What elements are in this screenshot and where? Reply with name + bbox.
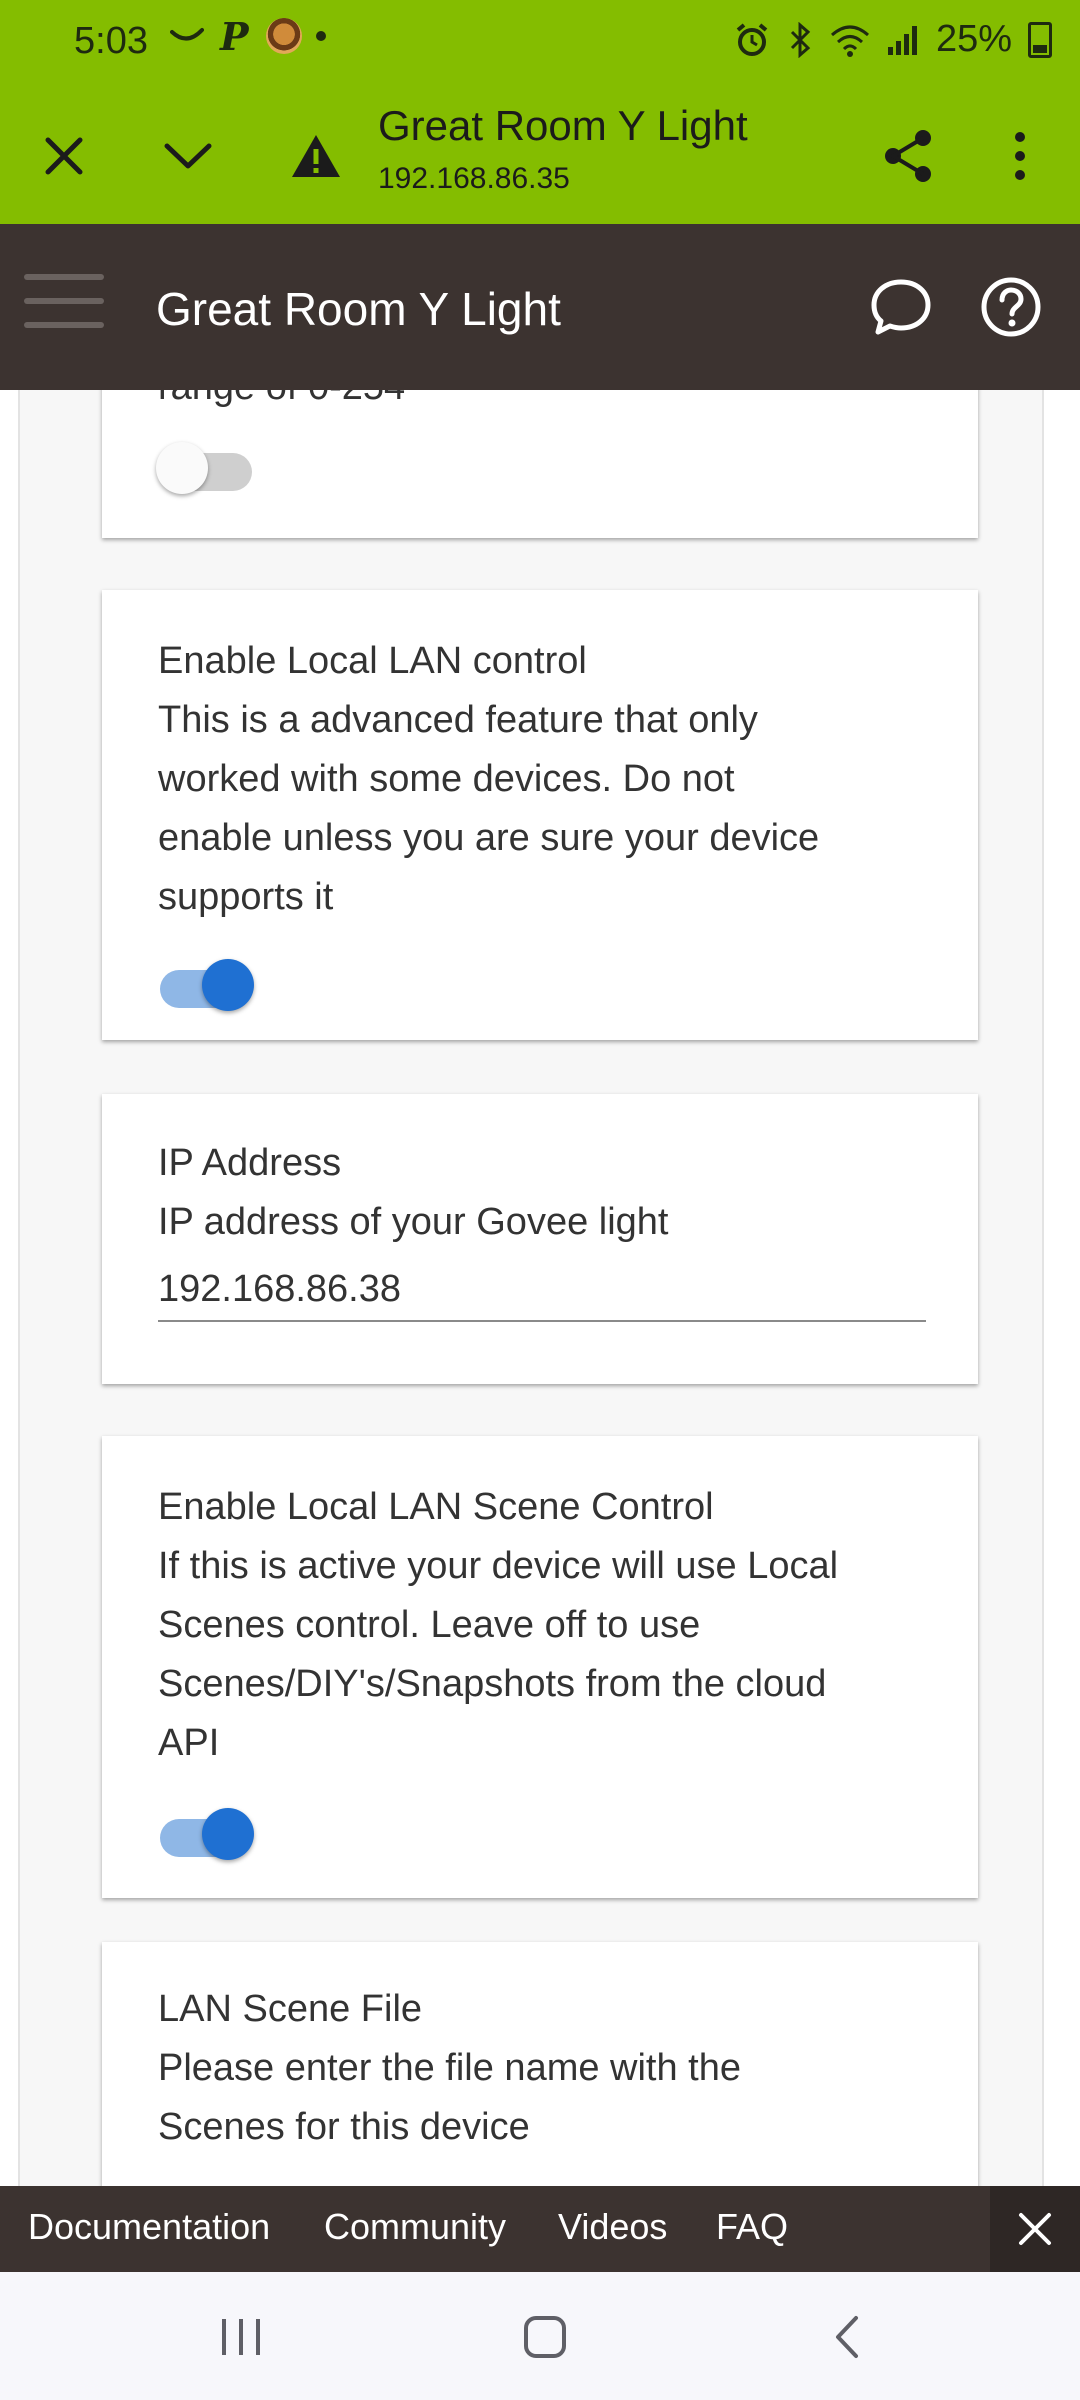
setting-description-line: enable unless you are sure your device: [158, 817, 820, 859]
recents-icon: [222, 2319, 260, 2355]
app-header: Great Room Y Light: [0, 224, 1080, 390]
footer-close-button[interactable]: [990, 2186, 1080, 2272]
setting-description-line: supports it: [158, 876, 334, 918]
videos-link[interactable]: Videos: [558, 2206, 667, 2248]
chevron-down-icon: [164, 143, 212, 169]
system-nav-bar: [0, 2272, 1080, 2400]
setting-description-line: Please enter the file name with the: [158, 2047, 742, 2089]
setting-description-line: Scenes/DIY's/Snapshots from the cloud: [158, 1663, 827, 1705]
setting-label: LAN Scene File: [158, 1988, 423, 2030]
tab-title: Great Room Y Light: [378, 102, 748, 149]
lan-control-toggle[interactable]: [158, 953, 254, 1011]
bluetooth-icon: [790, 21, 811, 58]
close-icon: [45, 137, 83, 175]
back-button[interactable]: [802, 2302, 892, 2372]
home-button[interactable]: [500, 2302, 590, 2372]
setting-label: IP Address: [158, 1142, 342, 1184]
chat-icon: [871, 279, 931, 335]
settings-content[interactable]: range of 0-254 Enable Local LAN control …: [0, 390, 1080, 2186]
menu-button[interactable]: [24, 274, 104, 334]
battery-percent: 25%: [935, 18, 1012, 60]
lan-scene-toggle[interactable]: [158, 1802, 254, 1860]
wifi-icon: [830, 25, 869, 57]
menu-icon: [24, 274, 104, 328]
setting-description: IP address of your Govee light: [158, 1201, 669, 1243]
status-time: 5:03: [74, 20, 148, 62]
ip-address-input[interactable]: [158, 1258, 926, 1322]
settings-card-lan-scene: Enable Local LAN Scene Control If this i…: [102, 1436, 978, 1898]
footer-links-bar: Documentation Community Videos FAQ: [0, 2186, 1080, 2272]
share-button[interactable]: [870, 118, 946, 194]
partial-setting-toggle[interactable]: [156, 436, 254, 494]
warning-icon: [292, 135, 340, 177]
close-icon: [1019, 2213, 1051, 2245]
tab-url[interactable]: 192.168.86.35: [378, 162, 570, 196]
status-bar: 5:03 P 25%: [0, 0, 1080, 88]
battery-icon: [1028, 21, 1052, 58]
alarm-icon: [736, 22, 768, 56]
setting-description-line: API: [158, 1722, 220, 1764]
close-tab-button[interactable]: [26, 118, 102, 194]
back-icon: [836, 2316, 858, 2358]
security-warning-button[interactable]: [278, 118, 354, 194]
home-icon: [524, 2316, 566, 2358]
setting-description-line: worked with some devices. Do not: [158, 758, 735, 800]
setting-description-line: Scenes for this device: [158, 2106, 530, 2148]
setting-label: Enable Local LAN control: [158, 640, 587, 682]
chat-button[interactable]: [866, 272, 936, 342]
recents-button[interactable]: [196, 2302, 286, 2372]
dot-icon: [316, 31, 326, 41]
settings-card-ip-address: IP Address IP address of your Govee ligh…: [102, 1094, 978, 1384]
community-link[interactable]: Community: [324, 2206, 506, 2248]
setting-description-line: If this is active your device will use L…: [158, 1545, 839, 1587]
pinterest-icon: P: [219, 16, 250, 56]
page-title: Great Room Y Light: [156, 283, 561, 335]
minimize-tab-button[interactable]: [150, 118, 226, 194]
more-icon: [1015, 132, 1025, 180]
help-icon: [981, 277, 1041, 337]
settings-card-scene-file: LAN Scene File Please enter the file nam…: [102, 1942, 978, 2186]
burger-icon: [266, 18, 302, 54]
documentation-link[interactable]: Documentation: [28, 2206, 270, 2248]
setting-description: range of 0-254: [158, 390, 938, 417]
settings-card-partial: range of 0-254: [102, 390, 978, 538]
custom-tab-header: 5:03 P 25% Great Room Y Light 192.168.86…: [0, 0, 1080, 224]
more-options-button[interactable]: [982, 118, 1058, 194]
setting-description-line: Scenes control. Leave off to use: [158, 1604, 701, 1646]
setting-label: Enable Local LAN Scene Control: [158, 1486, 714, 1528]
faq-link[interactable]: FAQ: [716, 2206, 788, 2248]
custom-tab-toolbar: Great Room Y Light 192.168.86.35: [0, 88, 1080, 224]
setting-description-line: This is a advanced feature that only: [158, 699, 758, 741]
help-button[interactable]: [976, 272, 1046, 342]
share-icon: [885, 130, 931, 182]
settings-card-lan-control: Enable Local LAN control This is a advan…: [102, 590, 978, 1040]
missed-call-icon: [170, 28, 204, 41]
signal-icon: [887, 25, 917, 55]
svg-text:P: P: [219, 16, 250, 56]
